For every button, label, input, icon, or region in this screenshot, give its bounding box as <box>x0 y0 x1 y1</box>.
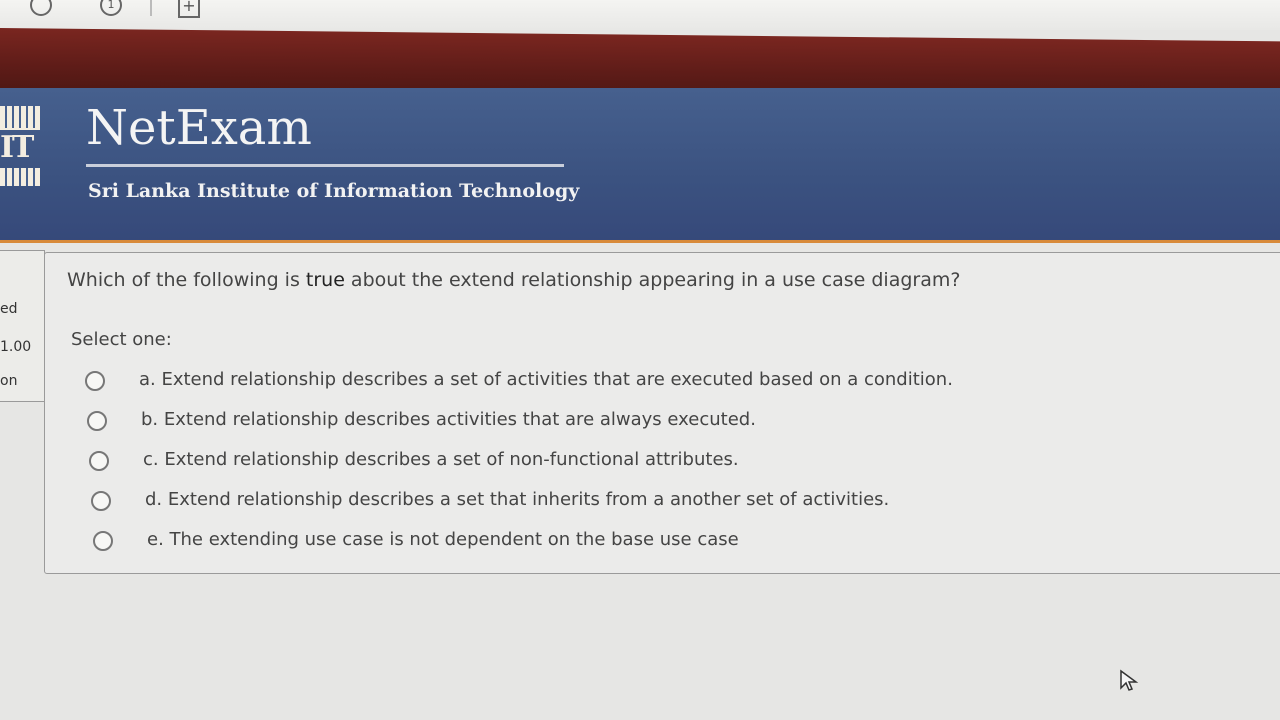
answer-option-label: b. Extend relationship describes activit… <box>141 409 756 430</box>
question-state: ed <box>0 301 18 317</box>
answer-prompt: Select one: <box>71 329 172 350</box>
question-text-emphasis: true <box>305 269 345 291</box>
logo-text: IT <box>0 130 34 165</box>
radio-button[interactable] <box>85 371 105 391</box>
question-text-start: Which of the following is <box>67 269 306 291</box>
new-tab-icon[interactable]: + <box>178 0 200 18</box>
logo-grid-top <box>0 106 40 130</box>
institute-name: Sri Lanka Institute of Information Techn… <box>88 180 580 202</box>
browser-toolbar: 1 + <box>0 0 1280 30</box>
question-content: Which of the following is true about the… <box>44 252 1280 574</box>
header-banner: IT NetExam Sri Lanka Institute of Inform… <box>0 88 1280 243</box>
mouse-cursor-icon <box>1120 669 1139 691</box>
info-icon[interactable]: 1 <box>100 0 122 16</box>
question-mark: 1.00 <box>0 339 32 355</box>
question-text: Which of the following is true about the… <box>67 269 960 291</box>
answer-option-label: c. Extend relationship describes a set o… <box>143 449 739 470</box>
app-title: NetExam <box>86 100 312 156</box>
back-icon[interactable] <box>30 0 52 16</box>
question-text-end: about the extend relationship appearing … <box>344 269 961 291</box>
answer-option-label: a. Extend relationship describes a set o… <box>139 369 953 390</box>
toolbar-divider <box>150 0 152 16</box>
radio-button[interactable] <box>89 451 109 471</box>
institute-logo: IT <box>0 106 40 196</box>
radio-button[interactable] <box>87 411 107 431</box>
question-info-panel: ed 1.00 on <box>0 250 45 402</box>
radio-button[interactable] <box>93 531 113 551</box>
radio-button[interactable] <box>91 491 111 511</box>
logo-grid-bottom <box>0 168 40 186</box>
title-divider <box>86 164 564 167</box>
flag-question-link[interactable]: on <box>0 373 17 389</box>
answer-option-label: d. Extend relationship describes a set t… <box>145 489 890 510</box>
answer-option-label: e. The extending use case is not depende… <box>147 529 739 550</box>
